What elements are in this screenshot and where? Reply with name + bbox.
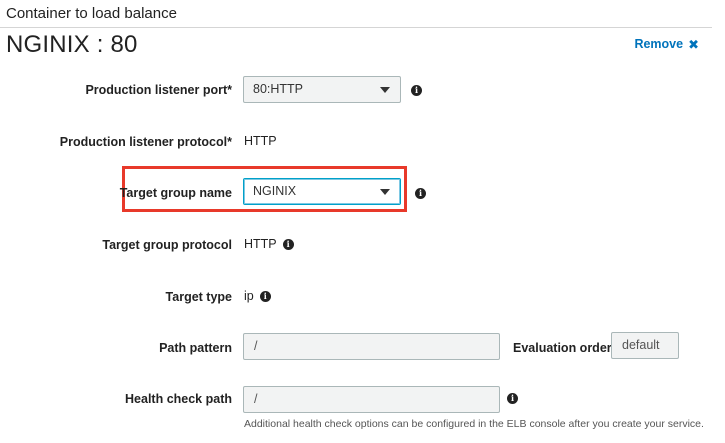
target-type-label: Target type: [165, 290, 232, 304]
load-balancer-container-panel: Container to load balance NGINIX : 80 Re…: [0, 0, 725, 443]
remove-label: Remove: [634, 37, 684, 51]
evaluation-order-label: Evaluation order: [513, 341, 612, 355]
target-group-protocol-value-wrap: HTTP i: [244, 237, 294, 251]
production-listener-protocol-value-wrap: HTTP: [244, 134, 277, 148]
info-icon[interactable]: i: [415, 188, 426, 199]
caret-down-icon: [380, 189, 390, 195]
target-group-protocol-label: Target group protocol: [102, 238, 232, 252]
production-listener-protocol-value: HTTP: [244, 134, 277, 148]
health-check-path-label: Health check path: [125, 392, 232, 406]
production-listener-protocol-label: Production listener protocol*: [59, 135, 232, 149]
target-group-name-label: Target group name: [119, 186, 232, 200]
production-listener-port-label: Production listener port*: [85, 83, 232, 97]
remove-button[interactable]: Remove ✖: [634, 37, 699, 51]
close-icon: ✖: [688, 36, 699, 52]
health-check-path-value: /: [254, 392, 258, 406]
target-type-value-wrap: ip i: [244, 289, 271, 303]
target-group-name-value: NGINIX: [253, 184, 297, 198]
health-check-path-input[interactable]: /: [243, 386, 500, 413]
target-type-value: ip: [244, 289, 254, 303]
info-icon[interactable]: i: [259, 290, 271, 302]
section-divider: [0, 27, 712, 28]
production-listener-port-select[interactable]: 80:HTTP: [243, 76, 401, 103]
path-pattern-value: /: [254, 339, 258, 353]
info-icon[interactable]: i: [411, 85, 422, 96]
target-group-protocol-value: HTTP: [244, 237, 277, 251]
evaluation-order-value: default: [622, 338, 660, 352]
path-pattern-label: Path pattern: [159, 341, 232, 355]
target-group-name-select[interactable]: NGINIX: [243, 178, 401, 205]
health-check-helper-text: Additional health check options can be c…: [244, 418, 704, 430]
container-title: NGINIX : 80: [6, 31, 138, 58]
info-icon[interactable]: i: [282, 238, 294, 250]
path-pattern-input[interactable]: /: [243, 333, 500, 360]
section-header: Container to load balance: [6, 5, 177, 22]
production-listener-port-value: 80:HTTP: [253, 82, 304, 96]
info-icon[interactable]: i: [507, 393, 518, 404]
evaluation-order-input[interactable]: default: [611, 332, 679, 359]
caret-down-icon: [380, 87, 390, 93]
